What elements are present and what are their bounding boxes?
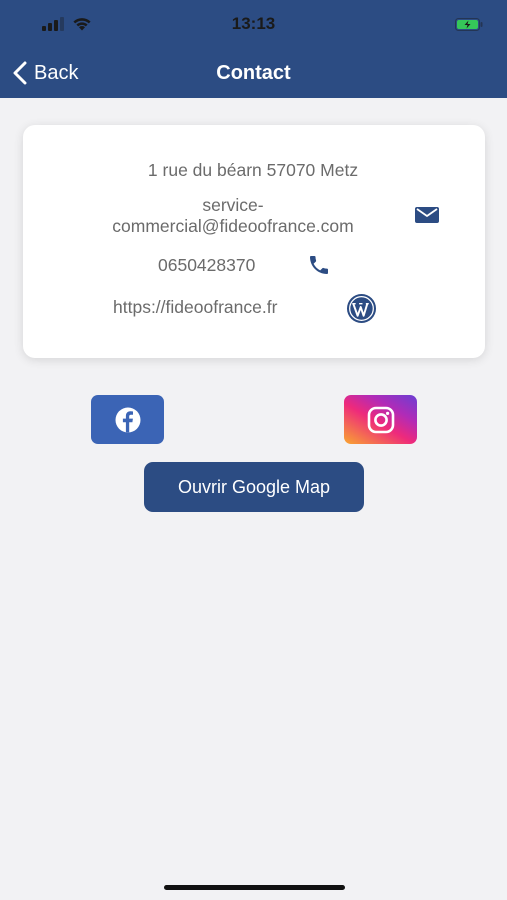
email-line-2: commercial@fideoofrance.com	[112, 216, 354, 236]
contact-card: 1 rue du béarn 57070 Metz service- comme…	[23, 125, 485, 358]
phone-text[interactable]: 0650428370	[158, 255, 255, 276]
instagram-icon	[367, 406, 394, 433]
email-line-1: service-	[202, 195, 264, 215]
open-google-map-button[interactable]: Ouvrir Google Map	[144, 462, 364, 512]
mail-icon[interactable]	[415, 207, 439, 223]
facebook-button[interactable]	[91, 395, 164, 444]
nav-bar: Back Contact	[0, 50, 507, 98]
status-time: 13:13	[231, 14, 276, 33]
page-title: Contact	[216, 62, 291, 84]
phone-icon[interactable]	[307, 253, 331, 277]
instagram-button[interactable]	[344, 395, 417, 444]
battery-icon	[455, 18, 483, 31]
website-text[interactable]: https://fideoofrance.fr	[113, 297, 277, 318]
address-text: 1 rue du béarn 57070 Metz	[147, 160, 359, 180]
header: 13:13 Back Contact	[0, 0, 507, 98]
facebook-icon	[115, 407, 140, 432]
email-text[interactable]: service- commercial@fideoofrance.com	[48, 195, 418, 237]
wordpress-icon[interactable]	[346, 293, 377, 324]
status-bar: 13:13	[0, 0, 507, 48]
home-indicator[interactable]	[164, 885, 345, 890]
